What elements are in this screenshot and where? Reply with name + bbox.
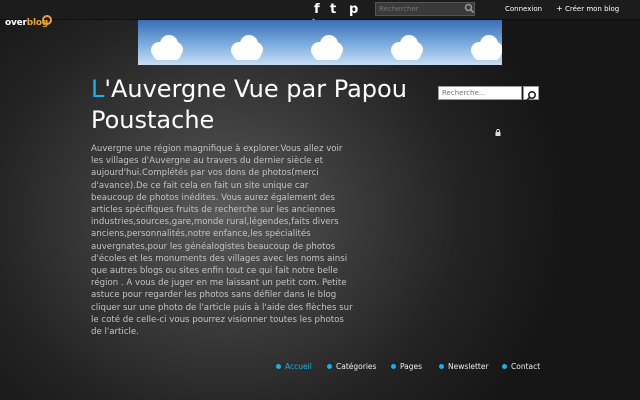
pinterest-icon[interactable]: p [349,3,358,16]
overblog-logo[interactable]: overblog [5,15,52,34]
bullet-icon [391,364,396,369]
nav-label: Catégories [336,362,377,371]
bullet-icon [327,364,332,369]
facebook-icon[interactable]: f [314,3,320,16]
blog-title[interactable]: L'Auvergne Vue par Papou Poustache [91,74,421,136]
title-rest: 'Auvergne Vue par Papou Poustache [91,75,407,134]
plus-icon: + [556,4,563,13]
top-bar: f t p Connexion + Créer mon blog [0,0,640,20]
sidebar-search-input[interactable] [438,86,522,100]
header-banner [138,20,502,65]
sidebar-search-button[interactable] [523,86,539,101]
title-first-letter: L [91,75,105,103]
login-link[interactable]: Connexion [505,5,542,13]
nav-item-categories[interactable]: Catégories [327,362,376,371]
bullet-icon [439,364,444,369]
logo-text-a: over [5,18,27,28]
cloud-icon [308,34,344,60]
nav-item-accueil[interactable]: Accueil [276,362,312,371]
nav-label: Accueil [285,362,312,371]
cloud-icon [468,34,502,60]
bullet-icon [502,364,507,369]
cloud-icon [148,34,184,60]
nav-item-pages[interactable]: Pages [391,362,422,371]
top-search-input[interactable] [375,2,475,16]
lock-icon [495,129,501,136]
bullet-icon [276,364,281,369]
nav-label: Pages [400,362,423,371]
search-icon[interactable] [464,3,475,14]
blog-description: Auvergne une région magnifique à explore… [91,144,353,338]
search-icon [526,90,537,101]
create-blog-link[interactable]: Créer mon blog [565,5,619,13]
nav-label: Newsletter [448,362,489,371]
nav-item-newsletter[interactable]: Newsletter [439,362,489,371]
cloud-icon [388,34,424,60]
twitter-icon[interactable]: t [330,3,336,16]
nav-label: Contact [511,362,541,371]
logo-mark-icon [42,15,52,25]
cloud-icon [228,34,264,60]
nav-item-contact[interactable]: Contact [502,362,540,371]
